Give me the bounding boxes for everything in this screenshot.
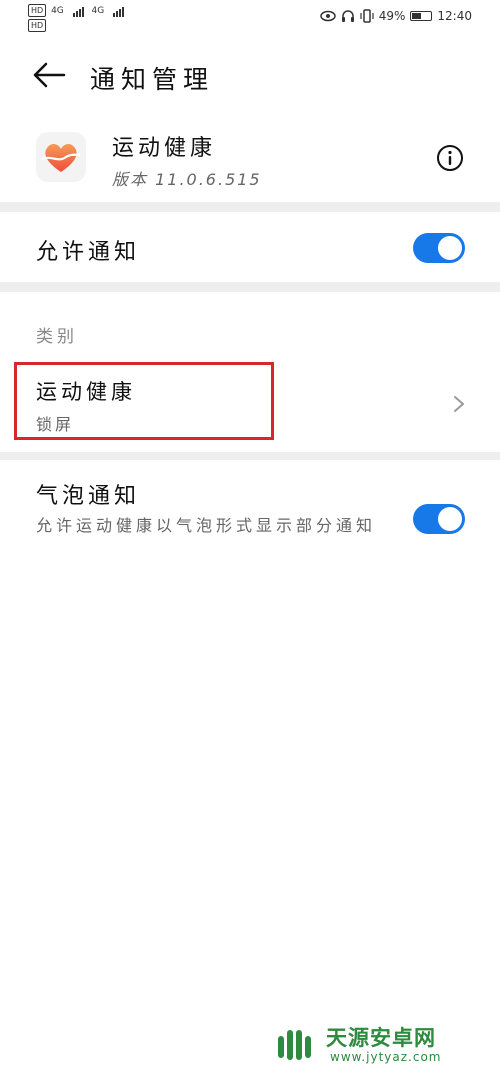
signal-strength-icon	[113, 6, 125, 17]
status-icons: 49% 12:40	[319, 9, 472, 23]
status-bar: HD 4G 4G HD 49% 12:40	[0, 0, 500, 36]
signal-label: 4G	[51, 6, 64, 16]
app-version: 版本 11.0.6.515	[112, 170, 262, 189]
divider	[0, 202, 500, 212]
page-title: 通知管理	[90, 65, 215, 94]
headphones-icon	[341, 10, 354, 22]
signal-label: 4G	[91, 6, 105, 16]
bubble-notifications-label: 气泡通知	[36, 484, 141, 509]
watermark-title: 天源安卓网	[326, 1026, 436, 1050]
toggle-knob	[438, 507, 462, 531]
hd-badge: HD	[28, 4, 47, 17]
toggle-knob	[438, 236, 462, 260]
bubble-notifications-toggle[interactable]	[413, 504, 465, 534]
battery-icon	[410, 11, 433, 21]
battery-percent: 49%	[378, 9, 406, 23]
eye-icon	[319, 10, 336, 22]
clock: 12:40	[437, 9, 472, 23]
android-logo-icon	[278, 1030, 311, 1060]
app-icon	[36, 132, 86, 182]
hd-badge: HD	[28, 19, 47, 32]
signal-strength-icon	[72, 6, 85, 17]
divider	[0, 282, 500, 292]
vibrate-icon	[360, 9, 374, 23]
chevron-right-icon	[454, 396, 464, 412]
heart-icon	[41, 143, 81, 172]
divider	[0, 452, 500, 460]
bubble-notifications-description: 允许运动健康以气泡形式显示部分通知	[36, 516, 377, 535]
watermark: 天源安卓网 www.jytyaz.com	[272, 1020, 482, 1070]
watermark-url: www.jytyaz.com	[330, 1050, 442, 1064]
signal-indicators: HD 4G 4G HD	[28, 4, 125, 32]
allow-notifications-label: 允许通知	[36, 240, 141, 265]
arrow-left-icon[interactable]	[32, 62, 66, 88]
info-icon[interactable]	[436, 144, 464, 172]
allow-notifications-toggle[interactable]	[413, 233, 465, 263]
category-section-header: 类别	[36, 327, 78, 347]
title-bar: 通知管理	[0, 50, 500, 100]
category-item-title: 运动健康	[36, 380, 136, 404]
category-item-subtitle: 锁屏	[36, 415, 75, 434]
app-name: 运动健康	[112, 136, 217, 161]
